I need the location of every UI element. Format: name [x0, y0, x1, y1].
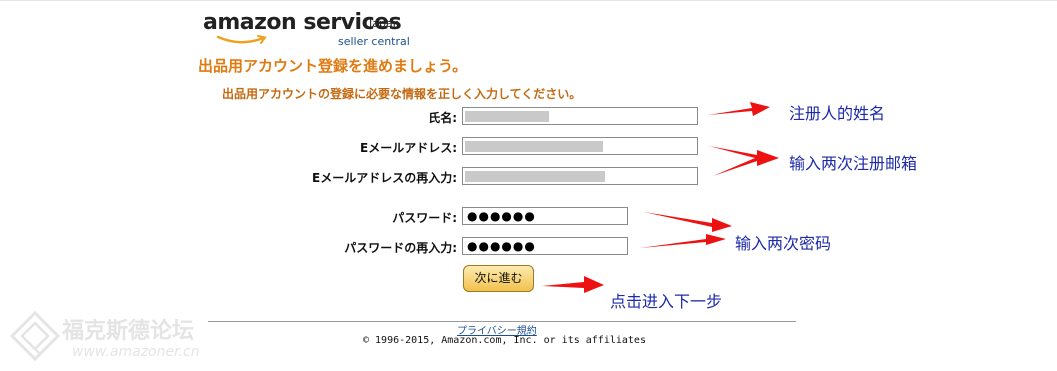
watermark-title: 福克斯德论坛: [62, 319, 195, 344]
password-confirm-mask: ●●●●●●: [467, 239, 536, 253]
page-title: 出品用アカウント登録を進めましょう。: [198, 57, 468, 75]
red-arrow-icon: [640, 212, 732, 248]
name-label: 氏名:: [428, 111, 457, 125]
logo-tagline: seller central: [338, 35, 410, 48]
redacted-name-value: [465, 111, 549, 122]
top-border: [0, 0, 1057, 1]
next-annotation: 点击进入下一步: [610, 292, 723, 311]
password-confirm-field[interactable]: ●●●●●●: [462, 237, 628, 255]
red-arrow-icon: [709, 146, 779, 176]
name-annotation: 注册人的姓名: [789, 104, 886, 123]
password-field[interactable]: ●●●●●●: [462, 207, 628, 225]
redacted-email-value: [465, 141, 603, 152]
email-field[interactable]: [462, 137, 698, 155]
password-mask: ●●●●●●: [467, 209, 536, 223]
smile-icon: [217, 35, 267, 44]
amazon-services-logo[interactable]: amazon services Japan seller central: [203, 10, 433, 52]
forum-watermark: 福克斯德论坛 www.amazoner.cn: [10, 311, 240, 366]
email-confirm-field[interactable]: [462, 167, 698, 185]
red-arrow-icon: [542, 276, 604, 293]
email-label: Eメールアドレス:: [360, 141, 457, 155]
logo-region: Japan: [369, 17, 400, 30]
copyright-text: © 1996-2015, Amazon.com, Inc. or its aff…: [363, 335, 646, 346]
email-annotation: 输入两次注册邮箱: [789, 154, 918, 173]
watermark-url: www.amazoner.cn: [72, 344, 200, 360]
password-annotation: 输入两次密码: [735, 234, 832, 253]
red-arrow-icon: [708, 102, 770, 116]
page-instruction: 出品用アカウントの登録に必要な情報を正しく入力してください。: [222, 87, 582, 101]
diamond-logo-icon: [10, 311, 60, 361]
redacted-email-confirm-value: [465, 171, 605, 182]
password-confirm-label: パスワードの再入力:: [344, 241, 457, 255]
email-confirm-label: Eメールアドレスの再入力:: [312, 171, 457, 185]
name-field[interactable]: [462, 107, 698, 125]
password-label: パスワード:: [392, 211, 457, 225]
next-step-button[interactable]: 次に進む: [463, 265, 534, 292]
